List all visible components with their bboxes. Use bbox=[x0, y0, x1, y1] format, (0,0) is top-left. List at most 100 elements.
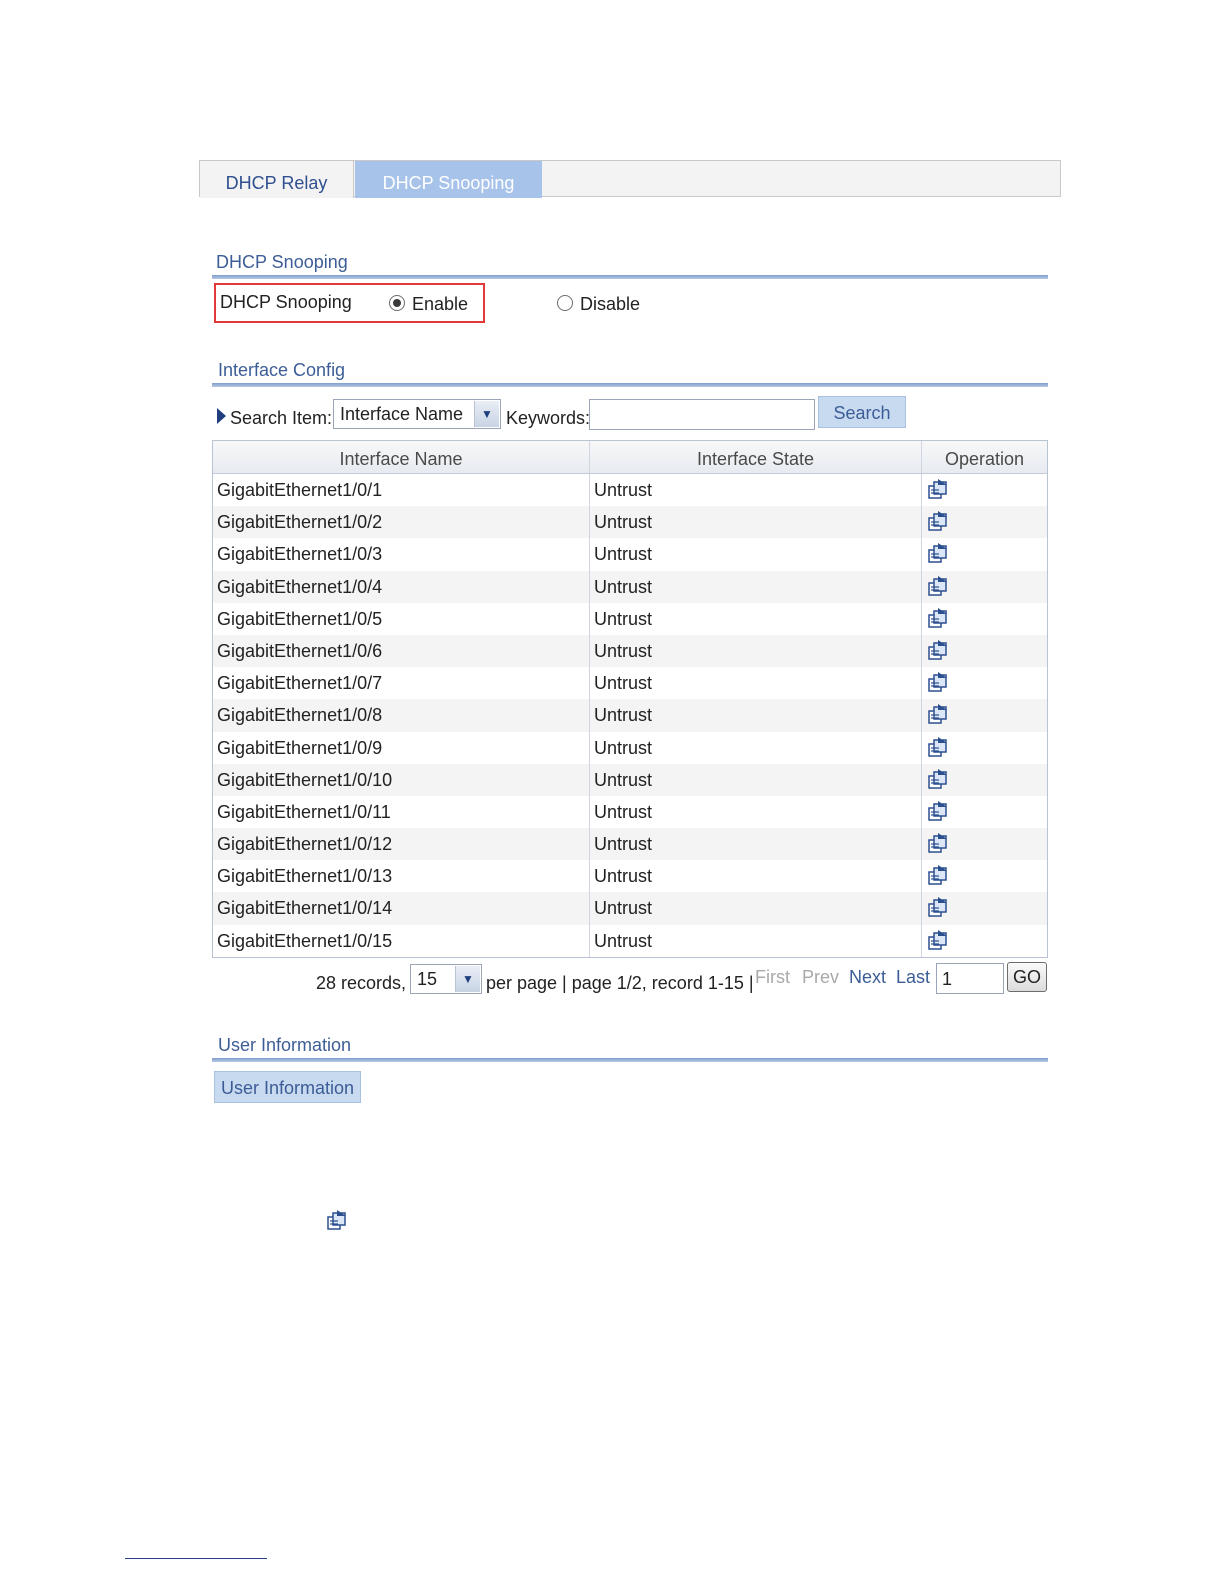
interface-name-cell: GigabitEthernet1/0/8 bbox=[213, 699, 590, 732]
table-row: GigabitEthernet1/0/1 Untrust bbox=[213, 474, 1047, 507]
interface-name-cell: GigabitEthernet1/0/13 bbox=[213, 860, 590, 893]
operation-cell bbox=[922, 571, 1047, 603]
modify-icon[interactable] bbox=[926, 477, 950, 501]
disable-radio[interactable] bbox=[557, 295, 573, 311]
table-row: GigabitEthernet1/0/12 Untrust bbox=[213, 828, 1047, 861]
footnote-divider bbox=[125, 1558, 267, 1559]
modify-icon[interactable] bbox=[926, 606, 950, 630]
interface-name-cell: GigabitEthernet1/0/5 bbox=[213, 602, 590, 635]
last-page-link[interactable]: Last bbox=[896, 967, 930, 988]
interface-name-cell: GigabitEthernet1/0/7 bbox=[213, 667, 590, 700]
operation-cell bbox=[922, 796, 1047, 828]
table-body: GigabitEthernet1/0/1 Untrust GigabitEthern… bbox=[213, 474, 1047, 957]
interface-state-cell: Untrust bbox=[590, 795, 922, 829]
radio-selected-dot bbox=[393, 299, 401, 307]
keywords-input[interactable] bbox=[589, 399, 815, 430]
section-divider bbox=[212, 275, 1048, 279]
interface-name-cell: GigabitEthernet1/0/12 bbox=[213, 828, 590, 861]
interface-state-cell: Untrust bbox=[590, 763, 922, 796]
operation-cell bbox=[922, 635, 1047, 667]
section-divider bbox=[212, 1058, 1048, 1062]
operation-cell bbox=[922, 732, 1047, 764]
modify-icon[interactable] bbox=[926, 831, 950, 855]
interface-name-cell: GigabitEthernet1/0/1 bbox=[213, 474, 590, 507]
page-number-input[interactable]: 1 bbox=[936, 963, 1004, 994]
interface-state-cell: Untrust bbox=[590, 474, 922, 507]
triangle-right-icon bbox=[217, 408, 226, 424]
table-header: Interface Name Interface State Operation bbox=[213, 441, 1047, 474]
operation-cell bbox=[922, 764, 1047, 796]
go-button[interactable]: GO bbox=[1007, 962, 1047, 992]
operation-cell bbox=[922, 603, 1047, 635]
operation-cell bbox=[922, 892, 1047, 924]
section-divider bbox=[212, 383, 1048, 387]
operation-cell bbox=[922, 925, 1047, 957]
interface-state-cell: Untrust bbox=[590, 634, 922, 668]
first-page-link[interactable]: First bbox=[755, 967, 790, 988]
modify-icon[interactable] bbox=[926, 928, 950, 952]
keywords-label: Keywords: bbox=[506, 408, 591, 428]
modify-icon[interactable] bbox=[926, 574, 950, 598]
table-row: GigabitEthernet1/0/4 Untrust bbox=[213, 570, 1047, 603]
per-page-select[interactable]: 15 ▼ bbox=[410, 964, 482, 994]
interface-table: Interface Name Interface State Operation… bbox=[212, 440, 1048, 958]
interface-state-cell: Untrust bbox=[590, 828, 922, 861]
table-row: GigabitEthernet1/0/14 Untrust bbox=[213, 892, 1047, 925]
tab-dhcp-snooping[interactable]: DHCP Snooping bbox=[355, 161, 542, 198]
interface-state-cell: Untrust bbox=[590, 506, 922, 539]
section-title-interface-config: Interface Config bbox=[218, 360, 346, 380]
modify-icon[interactable] bbox=[926, 895, 950, 919]
modify-icon[interactable] bbox=[926, 670, 950, 694]
table-row: GigabitEthernet1/0/8 Untrust bbox=[213, 699, 1047, 732]
modify-icon[interactable] bbox=[926, 735, 950, 759]
modify-icon[interactable] bbox=[926, 767, 950, 791]
search-item-select[interactable]: Interface Name ▼ bbox=[333, 399, 501, 429]
enable-label[interactable]: Enable bbox=[412, 294, 468, 315]
modify-icon[interactable] bbox=[926, 702, 950, 726]
section-title-dhcp-snooping: DHCP Snooping bbox=[216, 252, 348, 272]
interface-state-cell: Untrust bbox=[590, 538, 922, 571]
operation-cell bbox=[922, 828, 1047, 860]
interface-state-cell: Untrust bbox=[590, 602, 922, 635]
table-row: GigabitEthernet1/0/3 Untrust bbox=[213, 538, 1047, 571]
operation-cell bbox=[922, 860, 1047, 892]
chevron-down-icon[interactable]: ▼ bbox=[474, 401, 499, 427]
chevron-down-icon[interactable]: ▼ bbox=[455, 966, 480, 992]
table-row: GigabitEthernet1/0/9 Untrust bbox=[213, 731, 1047, 764]
enable-radio[interactable] bbox=[389, 295, 405, 311]
interface-name-cell: GigabitEthernet1/0/4 bbox=[213, 570, 590, 603]
search-item-label: Search Item: bbox=[230, 408, 333, 428]
prev-page-link[interactable]: Prev bbox=[802, 967, 839, 988]
interface-name-cell: GigabitEthernet1/0/10 bbox=[213, 763, 590, 796]
interface-state-cell: Untrust bbox=[590, 570, 922, 603]
interface-name-cell: GigabitEthernet1/0/6 bbox=[213, 634, 590, 668]
table-row: GigabitEthernet1/0/2 Untrust bbox=[213, 506, 1047, 539]
modify-icon bbox=[327, 1210, 346, 1230]
table-row: GigabitEthernet1/0/15 Untrust bbox=[213, 924, 1047, 957]
search-item-value: Interface Name bbox=[340, 403, 464, 424]
tab-dhcp-relay[interactable]: DHCP Relay bbox=[200, 161, 354, 198]
search-button[interactable]: Search bbox=[818, 396, 906, 428]
interface-name-cell: GigabitEthernet1/0/15 bbox=[213, 924, 590, 957]
operation-cell bbox=[922, 474, 1047, 506]
interface-name-cell: GigabitEthernet1/0/2 bbox=[213, 506, 590, 539]
modify-icon[interactable] bbox=[926, 799, 950, 823]
modify-icon[interactable] bbox=[926, 863, 950, 887]
next-page-link[interactable]: Next bbox=[849, 967, 886, 988]
table-row: GigabitEthernet1/0/10 Untrust bbox=[213, 763, 1047, 796]
modify-icon[interactable] bbox=[926, 541, 950, 565]
interface-state-cell: Untrust bbox=[590, 924, 922, 957]
records-count: 28 records, bbox=[316, 973, 407, 993]
modify-icon[interactable] bbox=[926, 638, 950, 662]
interface-name-cell: GigabitEthernet1/0/3 bbox=[213, 538, 590, 571]
dhcp-snooping-label: DHCP Snooping bbox=[220, 292, 352, 312]
disable-label[interactable]: Disable bbox=[580, 294, 640, 315]
column-header-interface-state: Interface State bbox=[590, 441, 922, 473]
modify-icon[interactable] bbox=[926, 509, 950, 533]
operation-cell bbox=[922, 506, 1047, 538]
operation-cell bbox=[922, 667, 1047, 699]
column-header-interface-name: Interface Name bbox=[213, 441, 590, 473]
user-information-button[interactable]: User Information bbox=[214, 1071, 361, 1103]
per-page-value: 15 bbox=[417, 968, 438, 989]
interface-state-cell: Untrust bbox=[590, 699, 922, 732]
